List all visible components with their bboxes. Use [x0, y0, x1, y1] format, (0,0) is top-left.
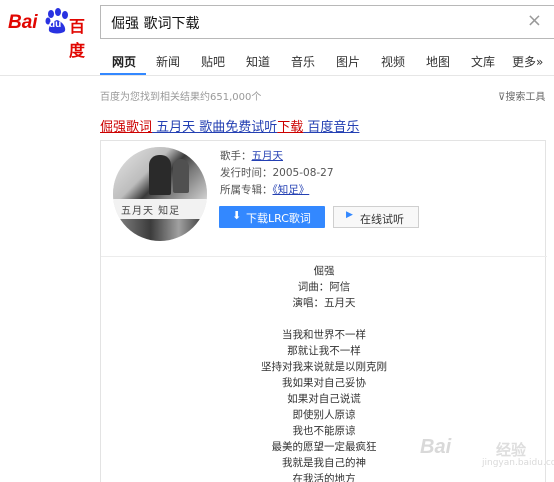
- watermark-brand: Bai: [420, 436, 452, 458]
- play-icon: ▶: [346, 210, 353, 220]
- download-icon: ⬇: [232, 209, 242, 222]
- result-title-link[interactable]: 倔强歌词 五月天 歌曲免费试听下载 百度音乐: [100, 116, 359, 135]
- active-tab-indicator: [100, 73, 146, 75]
- tab-wenku[interactable]: 文库: [471, 53, 495, 70]
- search-nav-tabs: 网页 新闻 贴吧 知道 音乐 图片 视频 地图 文库 更多»: [0, 48, 554, 76]
- album-link[interactable]: 《知足》: [273, 184, 310, 196]
- lyric-line: 词曲：阿信: [297, 281, 351, 293]
- search-tools-button[interactable]: ⊽搜索工具: [498, 88, 545, 103]
- tab-images[interactable]: 图片: [336, 53, 360, 70]
- baidu-jingyan-watermark: Bai 经验 jingyan.baidu.com: [420, 430, 554, 474]
- album-row: 所属专辑：《知足》: [220, 182, 309, 197]
- download-lrc-button[interactable]: ⬇ 下载LRC歌词: [219, 206, 325, 228]
- tab-news[interactable]: 新闻: [156, 53, 180, 70]
- lyric-line: 如果对自己说谎: [287, 393, 361, 405]
- title-after: 百度音乐: [303, 120, 360, 135]
- lyric-line: 演唱：五月天: [292, 297, 356, 309]
- release-date: 2005-08-27: [272, 167, 334, 179]
- album-label: 所属专辑：: [220, 184, 273, 196]
- tab-tieba[interactable]: 贴吧: [201, 53, 225, 70]
- cover-band-text: 五月天 知足: [121, 206, 181, 217]
- lyric-line: 那就让我不一样: [287, 345, 361, 357]
- search-input[interactable]: 倔强 歌词下载 ×: [100, 5, 554, 39]
- listen-online-button[interactable]: ▶ 在线试听: [333, 206, 419, 228]
- release-label: 发行时间：: [220, 167, 273, 179]
- download-lrc-label: 下载LRC歌词: [246, 212, 311, 225]
- singer-label: 歌手：: [220, 150, 252, 162]
- tab-maps[interactable]: 地图: [426, 53, 450, 70]
- lyric-line: 即使别人原谅: [292, 409, 356, 421]
- title-keyword: 倔强歌词: [100, 120, 153, 135]
- logo-text-bai: Bai: [8, 12, 38, 33]
- lyric-line: 坚持对我来说就是以刚克刚: [261, 361, 387, 373]
- clear-icon[interactable]: ×: [527, 10, 542, 31]
- title-middle: 五月天 歌曲免费试听: [152, 120, 278, 135]
- lyric-line: 倔强: [313, 265, 335, 277]
- top-bar: Bai du 百度 倔强 歌词下载 ×: [0, 0, 554, 60]
- card-divider: [101, 256, 547, 257]
- release-row: 发行时间：2005-08-27: [220, 165, 334, 180]
- tab-music[interactable]: 音乐: [291, 53, 315, 70]
- singer-link[interactable]: 五月天: [252, 150, 284, 162]
- baidu-logo[interactable]: Bai du 百度: [8, 6, 98, 60]
- search-query-text: 倔强 歌词下载: [111, 16, 200, 32]
- album-cover[interactable]: 五月天 知足: [113, 147, 207, 241]
- search-tools-label: 搜索工具: [505, 92, 546, 103]
- tab-video[interactable]: 视频: [381, 53, 405, 70]
- watermark-url: jingyan.baidu.com: [482, 458, 554, 468]
- title-highlight: 下载: [277, 120, 304, 135]
- tab-web[interactable]: 网页: [112, 53, 136, 70]
- tab-zhidao[interactable]: 知道: [246, 53, 270, 70]
- result-count: 百度为您找到相关结果约651,000个: [100, 92, 262, 103]
- watermark-brand-cn: 经验: [496, 441, 527, 459]
- lyric-line: 当我和世界不一样: [282, 329, 366, 341]
- logo-text-du: du: [49, 19, 62, 30]
- tab-more[interactable]: 更多»: [512, 53, 543, 70]
- singer-row: 歌手：五月天: [220, 148, 283, 163]
- lyric-line: 我如果对自己妥协: [282, 377, 366, 389]
- listen-online-label: 在线试听: [360, 213, 404, 226]
